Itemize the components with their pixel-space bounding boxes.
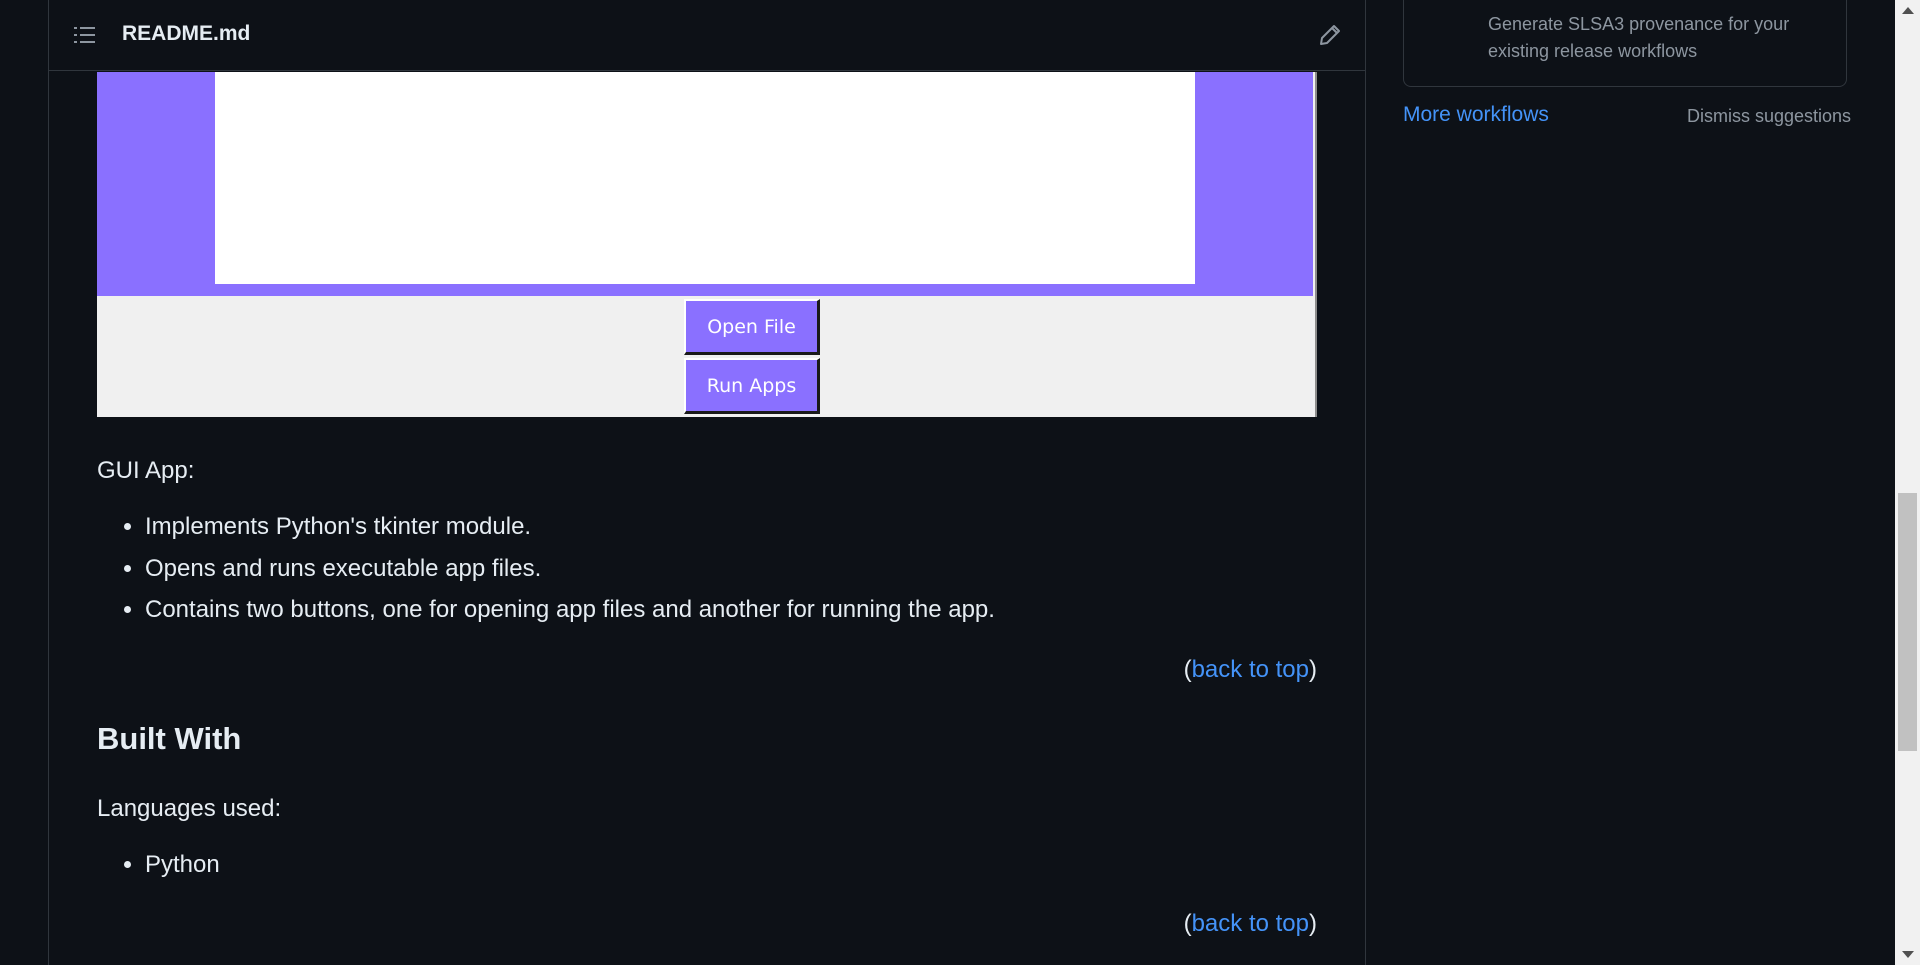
app-preview-canvas [215,72,1195,284]
languages-label: Languages used: [97,795,282,822]
workflow-description: Generate SLSA3 provenance for your exist… [1488,14,1790,61]
list-item: Python [145,848,1317,882]
list-item: Opens and runs executable app files. [145,552,1317,586]
scroll-up-arrow-icon[interactable] [1902,7,1914,14]
pencil-icon[interactable] [1319,24,1341,46]
readme-panel: README.md Open File Run Apps GUI App: Im… [48,0,1366,965]
list-item: Implements Python's tkinter module. [145,510,1317,544]
gui-app-label: GUI App: [97,457,195,484]
list-item: Contains two buttons, one for opening ap… [145,593,1317,627]
list-icon[interactable] [74,24,96,46]
back-to-top-link[interactable]: back to top [1192,656,1309,683]
open-file-button: Open File [684,299,820,355]
readme-header: README.md [49,0,1365,71]
paren-close: ) [1309,910,1317,937]
scrollbar[interactable] [1895,0,1920,965]
languages-list: Python [97,848,1317,890]
built-with-heading: Built With [97,721,242,756]
app-preview-image: Open File Run Apps [97,72,1317,417]
paren-open: ( [1183,910,1192,937]
scroll-down-arrow-icon[interactable] [1902,951,1914,958]
paren-close: ) [1309,656,1317,683]
back-to-top-link[interactable]: back to top [1192,910,1309,937]
workflow-suggestion-card: Generate SLSA3 provenance for your exist… [1403,0,1847,87]
paren-open: ( [1183,656,1192,683]
dismiss-suggestions-button[interactable]: Dismiss suggestions [1687,106,1851,127]
page: README.md Open File Run Apps GUI App: Im… [0,0,1920,965]
more-workflows-link[interactable]: More workflows [1403,103,1549,127]
readme-title: README.md [122,22,251,45]
back-to-top-wrapper: (back to top) [1184,656,1317,684]
run-apps-button: Run Apps [684,358,820,414]
back-to-top-wrapper: (back to top) [1184,910,1317,938]
scrollbar-thumb[interactable] [1898,493,1917,751]
gui-features-list: Implements Python's tkinter module. Open… [97,510,1317,635]
